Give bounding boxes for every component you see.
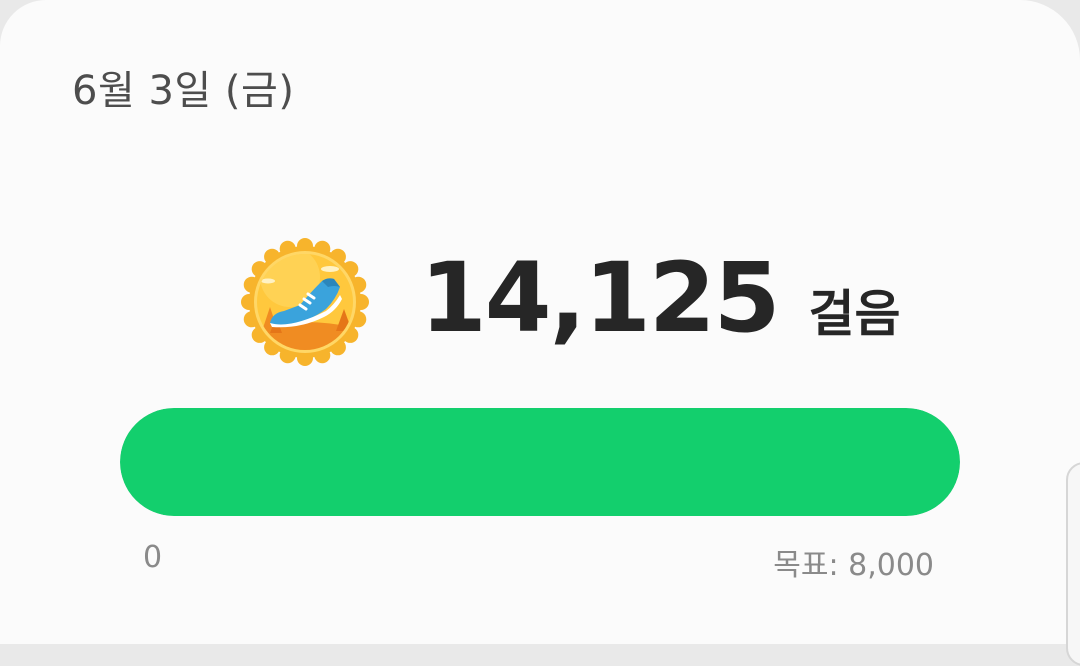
steps-progress-fill — [120, 408, 960, 516]
running-shoe-badge-icon — [240, 237, 370, 367]
steps-progress-bar — [120, 408, 960, 516]
steps-count: 14,125 — [420, 242, 780, 354]
progress-min-label: 0 — [143, 540, 163, 575]
daily-steps-card[interactable]: 6월 3일 (금) 14,125 걸음 0 목표: 8,000 — [0, 0, 1080, 644]
progress-goal-label: 목표: 8,000 — [773, 548, 934, 583]
steps-display: 14,125 걸음 — [420, 238, 900, 358]
date-label: 6월 3일 (금) — [72, 68, 295, 114]
next-card-edge[interactable] — [1066, 462, 1080, 666]
steps-unit: 걸음 — [808, 285, 901, 343]
